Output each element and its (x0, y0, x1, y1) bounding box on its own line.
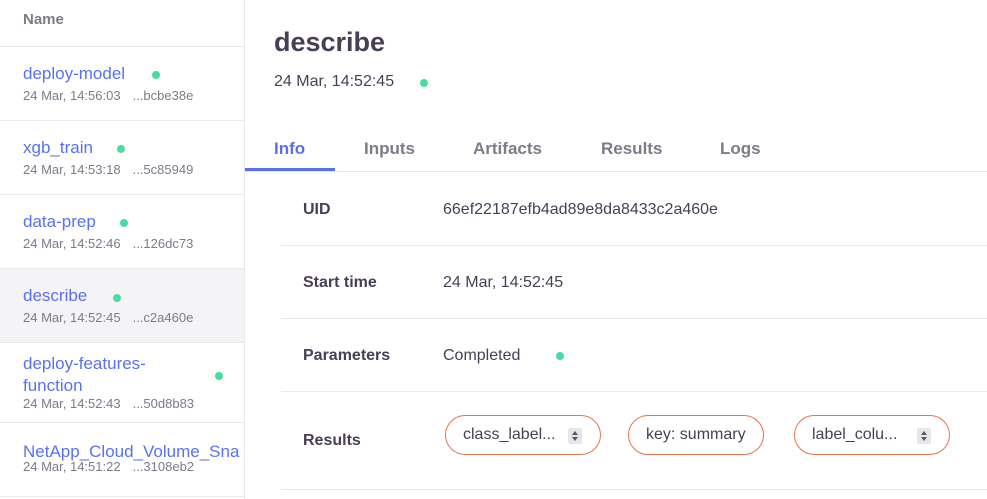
run-details: describe 24 Mar, 14:52:45 Info Inputs Ar… (245, 0, 987, 499)
sidebar-header: Name (0, 0, 244, 47)
sidebar-item-deploy-model[interactable]: deploy-model 24 Mar, 14:56:03 ...bcbe38e (0, 47, 244, 121)
status-dot (556, 352, 564, 360)
details-tabs: Info Inputs Artifacts Results Logs (245, 128, 987, 172)
item-title[interactable]: xgb_train (23, 138, 93, 158)
item-uid: ...c2a460e (132, 310, 194, 325)
status-dot (152, 71, 160, 79)
info-row-uid: UID 66ef22187efb4ad89e8da8433c2a460e (281, 173, 987, 246)
status-dot (120, 219, 128, 227)
item-date: 24 Mar, 14:53:18 (23, 162, 121, 177)
page-title: describe (274, 27, 386, 57)
sidebar-item-netapp-cloud-volume[interactable]: NetApp_Cloud_Volume_Sna 24 Mar, 14:51:22… (0, 423, 244, 497)
result-chip[interactable]: key: summary (628, 415, 764, 455)
start-time-value: 24 Mar, 14:52:45 (443, 274, 564, 291)
item-meta: 24 Mar, 14:52:46 ...126dc73 (23, 236, 193, 251)
chip-label: label_colu... (812, 426, 898, 443)
chevron-up-down-icon[interactable] (568, 428, 582, 444)
start-time-label: Start time (303, 274, 377, 291)
item-uid: ...bcbe38e (132, 88, 194, 103)
sidebar-item-data-prep[interactable]: data-prep 24 Mar, 14:52:46 ...126dc73 (0, 195, 244, 269)
chip-label: key: summary (646, 426, 746, 443)
result-chip[interactable]: label_colu... (794, 415, 950, 455)
item-uid: ...3108eb2 (132, 459, 195, 474)
item-date: 24 Mar, 14:52:43 (23, 396, 121, 411)
chip-label: class_label... (463, 426, 556, 443)
tab-logs[interactable]: Logs (720, 139, 761, 159)
item-uid: ...50d8b83 (132, 396, 195, 411)
item-uid: ...126dc73 (132, 236, 194, 251)
run-date: 24 Mar, 14:52:45 (274, 73, 395, 90)
tab-inputs[interactable]: Inputs (364, 139, 415, 159)
tab-info[interactable]: Info (274, 139, 305, 159)
item-title[interactable]: deploy-model (23, 64, 125, 84)
active-tab-indicator (245, 168, 335, 171)
info-row-parameters: Parameters Completed (281, 319, 987, 392)
item-date: 24 Mar, 14:56:03 (23, 88, 121, 103)
status-dot (117, 145, 125, 153)
chevron-up-down-icon[interactable] (917, 428, 931, 444)
status-dot (420, 79, 428, 87)
sidebar-item-deploy-features-function[interactable]: deploy-features-function 24 Mar, 14:52:4… (0, 343, 244, 423)
result-chip[interactable]: class_label... (445, 415, 601, 455)
item-title[interactable]: data-prep (23, 212, 96, 232)
item-title[interactable]: deploy-features-function (23, 353, 173, 397)
sidebar-item-describe[interactable]: describe 24 Mar, 14:52:45 ...c2a460e (0, 269, 244, 343)
item-meta: 24 Mar, 14:52:43 ...50d8b83 (23, 396, 194, 411)
status-dot (113, 294, 121, 302)
item-meta: 24 Mar, 14:53:18 ...5c85949 (23, 162, 193, 177)
item-date: 24 Mar, 14:52:46 (23, 236, 121, 251)
item-meta: 24 Mar, 14:51:22 ...3108eb2 (23, 459, 194, 474)
item-uid: ...5c85949 (132, 162, 194, 177)
uid-value: 66ef22187efb4ad89e8da8433c2a460e (443, 201, 718, 218)
sidebar-item-xgb-train[interactable]: xgb_train 24 Mar, 14:53:18 ...5c85949 (0, 121, 244, 195)
parameters-value: Completed (443, 347, 521, 364)
status-dot (215, 372, 223, 380)
results-label: Results (303, 432, 361, 449)
parameters-label: Parameters (303, 347, 391, 364)
uid-label: UID (303, 201, 331, 218)
runs-sidebar: Name deploy-model 24 Mar, 14:56:03 ...bcb… (0, 0, 245, 499)
tab-results[interactable]: Results (601, 139, 662, 159)
info-row-results: Results class_label... key: summary labe… (281, 392, 987, 490)
item-meta: 24 Mar, 14:52:45 ...c2a460e (23, 310, 193, 325)
item-meta: 24 Mar, 14:56:03 ...bcbe38e (23, 88, 193, 103)
item-date: 24 Mar, 14:52:45 (23, 310, 121, 325)
tab-artifacts[interactable]: Artifacts (473, 139, 542, 159)
item-title[interactable]: describe (23, 286, 87, 306)
info-row-start-time: Start time 24 Mar, 14:52:45 (281, 246, 987, 319)
item-date: 24 Mar, 14:51:22 (23, 459, 121, 474)
